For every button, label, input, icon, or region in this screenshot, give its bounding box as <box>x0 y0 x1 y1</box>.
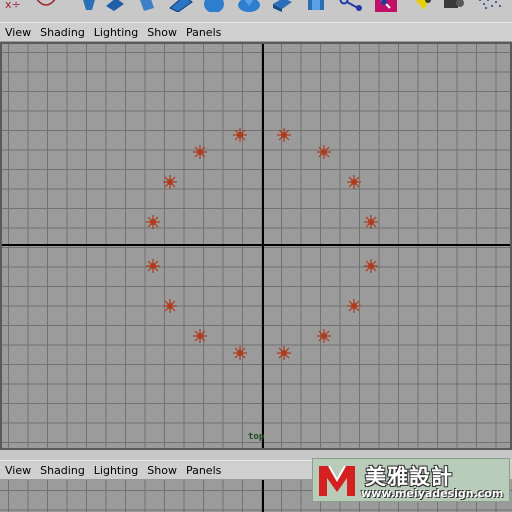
x-axis-line <box>0 244 512 246</box>
menu-view[interactable]: View <box>5 26 31 39</box>
particles-icon[interactable] <box>440 0 466 12</box>
particle-emitter-icon[interactable] <box>474 0 504 12</box>
paint-brush-icon[interactable] <box>78 0 100 12</box>
cv-point[interactable] <box>162 298 178 314</box>
cube-icon[interactable] <box>236 0 262 12</box>
menu-shading[interactable]: Shading <box>40 464 85 477</box>
menu-shading[interactable]: Shading <box>40 26 85 39</box>
shelf-toolbar: x÷ <box>0 0 512 20</box>
menu-view[interactable]: View <box>5 464 31 477</box>
watermark-logo: 美雅設計 www.meiyadesign.com <box>312 458 510 502</box>
cv-point[interactable] <box>162 174 178 190</box>
sphere-icon[interactable] <box>168 0 194 12</box>
menu-lighting[interactable]: Lighting <box>94 26 138 39</box>
cv-point[interactable] <box>316 328 332 344</box>
cv-point[interactable] <box>276 127 292 143</box>
nurbs-cylinder-icon[interactable] <box>104 0 126 12</box>
cv-point[interactable] <box>363 214 379 230</box>
connect-icon[interactable] <box>304 0 328 12</box>
cv-point[interactable] <box>346 298 362 314</box>
menu-panels[interactable]: Panels <box>186 26 221 39</box>
menu-lighting[interactable]: Lighting <box>94 464 138 477</box>
cone-icon[interactable] <box>202 0 226 12</box>
cv-point[interactable] <box>363 258 379 274</box>
watermark-url: www.meiyadesign.com <box>361 487 504 500</box>
camera-label: top <box>248 432 265 442</box>
svg-text:x÷: x÷ <box>5 0 21 11</box>
cv-point[interactable] <box>145 258 161 274</box>
cv-point[interactable] <box>316 144 332 160</box>
cv-point[interactable] <box>232 345 248 361</box>
spotlight-icon[interactable] <box>372 0 400 12</box>
menu-show[interactable]: Show <box>147 26 177 39</box>
curve-tools-icon[interactable]: x÷ <box>4 0 30 12</box>
cv-point[interactable] <box>192 328 208 344</box>
cylinder-icon[interactable] <box>270 0 294 12</box>
menu-show[interactable]: Show <box>147 464 177 477</box>
menu-panels[interactable]: Panels <box>186 464 221 477</box>
cv-point[interactable] <box>145 214 161 230</box>
magnet-icon[interactable] <box>338 0 364 12</box>
cv-point[interactable] <box>232 127 248 143</box>
z-axis-line <box>262 42 264 450</box>
camera-icon[interactable] <box>410 0 436 12</box>
top-panel-menubar: View Shading Lighting Show Panels <box>0 22 512 42</box>
logo-mark-icon <box>319 465 355 496</box>
nurbs-plane-icon[interactable] <box>136 0 158 12</box>
top-viewport[interactable]: top X Y Z <box>0 42 512 450</box>
cv-point[interactable] <box>276 345 292 361</box>
cv-point[interactable] <box>346 174 362 190</box>
bottom-axis-line <box>262 480 264 512</box>
nurbs-cone-icon[interactable] <box>34 0 58 12</box>
cv-point[interactable] <box>192 144 208 160</box>
